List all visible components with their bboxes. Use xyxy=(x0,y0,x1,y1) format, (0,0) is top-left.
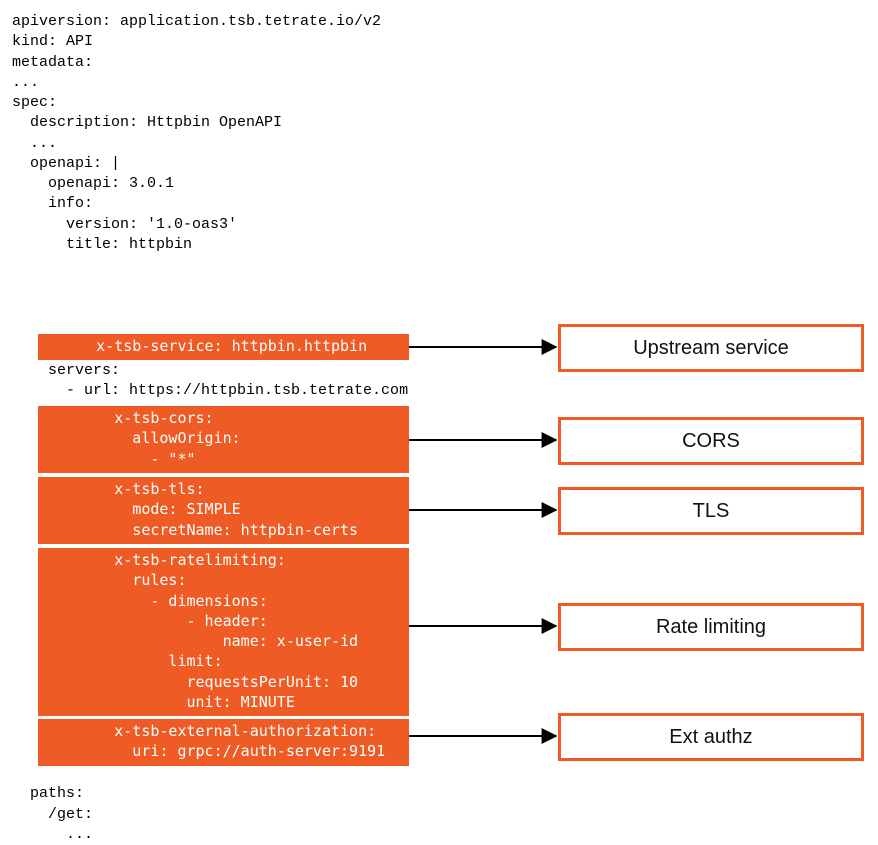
service-block-text: x-tsb-service: httpbin.httpbin xyxy=(42,336,405,356)
label-upstream-service-text: Upstream service xyxy=(633,337,789,359)
extauth-block: x-tsb-external-authorization: uri: grpc:… xyxy=(38,719,409,766)
yaml-servers-text: servers: - url: https://httpbin.tsb.tetr… xyxy=(12,361,408,402)
yaml-head-text: apiversion: application.tsb.tetrate.io/v… xyxy=(12,12,381,255)
label-tls: TLS xyxy=(558,487,864,535)
label-rate-limiting-text: Rate limiting xyxy=(656,616,766,638)
cors-block-text: x-tsb-cors: allowOrigin: - "*" xyxy=(42,408,405,469)
ratelimit-block-text: x-tsb-ratelimiting: rules: - dimensions:… xyxy=(42,550,405,712)
label-upstream-service: Upstream service xyxy=(558,324,864,372)
yaml-servers: servers: - url: https://httpbin.tsb.tetr… xyxy=(12,361,408,402)
label-cors-text: CORS xyxy=(682,430,740,452)
yaml-head: apiversion: application.tsb.tetrate.io/v… xyxy=(12,12,381,255)
service-block: x-tsb-service: httpbin.httpbin xyxy=(38,334,409,360)
tls-block: x-tsb-tls: mode: SIMPLE secretName: http… xyxy=(38,477,409,544)
ratelimit-block: x-tsb-ratelimiting: rules: - dimensions:… xyxy=(38,548,409,716)
label-rate-limiting: Rate limiting xyxy=(558,603,864,651)
label-cors: CORS xyxy=(558,417,864,465)
cors-block: x-tsb-cors: allowOrigin: - "*" xyxy=(38,406,409,473)
label-tls-text: TLS xyxy=(693,500,730,522)
yaml-annotated-diagram: apiversion: application.tsb.tetrate.io/v… xyxy=(12,12,866,793)
label-ext-authz: Ext authz xyxy=(558,713,864,761)
label-ext-authz-text: Ext authz xyxy=(669,726,752,748)
tls-block-text: x-tsb-tls: mode: SIMPLE secretName: http… xyxy=(42,479,405,540)
extauth-block-text: x-tsb-external-authorization: uri: grpc:… xyxy=(42,721,405,762)
